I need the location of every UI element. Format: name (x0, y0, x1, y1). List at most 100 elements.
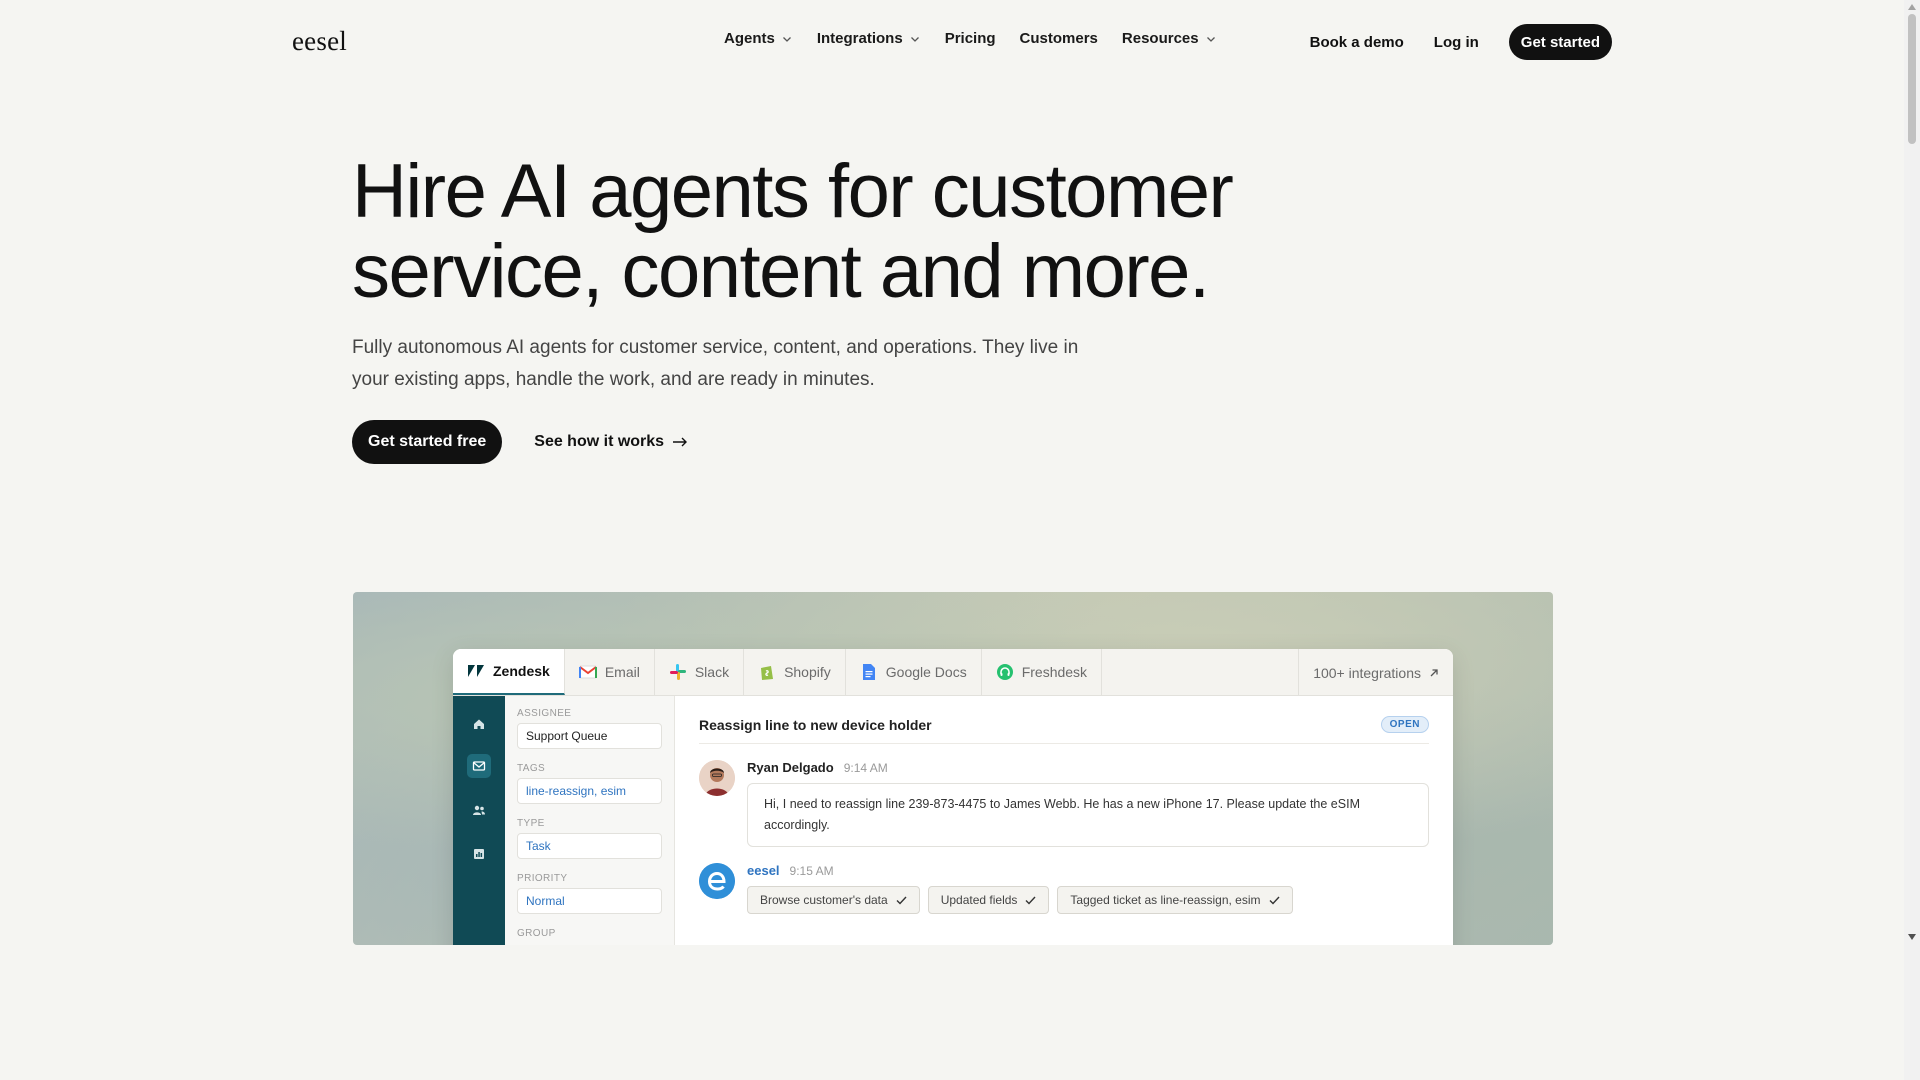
header-actions: Book a demo Log in Get started (1310, 24, 1612, 60)
check-icon (896, 896, 907, 905)
zendesk-icon (467, 662, 485, 680)
tab-shopify-label: Shopify (784, 664, 831, 680)
chevron-down-icon (910, 36, 919, 42)
nav-pricing[interactable]: Pricing (945, 30, 996, 47)
customer-message: Ryan Delgado 9:14 AM Hi, I need to reass… (699, 760, 1429, 847)
message-author: Ryan Delgado (747, 760, 834, 775)
site-header: eesel Agents Integrations Pricing Custom… (0, 0, 1904, 84)
type-label: TYPE (517, 818, 545, 829)
nav-integrations[interactable]: Integrations (817, 30, 921, 47)
tab-zendesk-label: Zendesk (493, 663, 550, 679)
tab-google-docs[interactable]: Google Docs (846, 649, 982, 695)
tab-freshdesk[interactable]: Freshdesk (982, 649, 1103, 695)
ticket-header: Reassign line to new device holder OPEN (699, 716, 1429, 744)
tab-slack-label: Slack (694, 664, 730, 680)
action-chip-label: Updated fields (940, 893, 1018, 907)
tab-email-label: Email (604, 664, 640, 680)
check-icon (1025, 896, 1036, 905)
message-time: 9:15 AM (789, 864, 834, 878)
get-started-button[interactable]: Get started (1508, 24, 1612, 60)
message-time: 9:14 AM (843, 761, 888, 775)
action-chip-label: Browse customer's data (760, 893, 888, 907)
eesel-logo[interactable]: eesel (292, 26, 347, 57)
hero-title-line2: service, content and more. (352, 229, 1210, 314)
product-demo-frame: Zendesk Email Slack Shopify Google Docs … (353, 592, 1553, 945)
chevron-down-icon (1206, 36, 1215, 42)
scroll-down-arrow[interactable] (1908, 934, 1916, 940)
ticket-title: Reassign line to new device holder (699, 716, 932, 733)
tab-freshdesk-label: Freshdesk (1021, 664, 1088, 680)
see-how-it-works-link[interactable]: See how it works (534, 433, 688, 451)
hero-cta-group: Get started free See how it works (352, 420, 688, 464)
ticket-view: Reassign line to new device holder OPEN … (675, 696, 1453, 945)
group-label: GROUP (517, 928, 556, 939)
status-badge: OPEN (1380, 716, 1429, 733)
scrollbar-thumb[interactable] (1908, 14, 1916, 144)
tab-slack[interactable]: Slack (655, 649, 745, 695)
demo-app-window: Zendesk Email Slack Shopify Google Docs … (453, 649, 1453, 945)
google-docs-icon (860, 663, 878, 681)
tab-zendesk[interactable]: Zendesk (453, 649, 565, 695)
external-arrow-icon (1430, 668, 1438, 676)
nav-resources[interactable]: Resources (1122, 30, 1217, 47)
message-body: eesel 9:15 AM Browse customer's data Upd… (747, 863, 1429, 914)
message-text-line2: accordingly. (764, 818, 830, 832)
ticket-fields-panel: ASSIGNEE Support Queue TAGS line-reassig… (505, 696, 675, 945)
hero-subtitle: Fully autonomous AI agents for customer … (352, 337, 1079, 390)
app-sidebar (453, 696, 505, 945)
freshdesk-icon (996, 663, 1014, 681)
action-chip-tagged[interactable]: Tagged ticket as line-reassign, esim (1057, 886, 1293, 914)
nav-customers[interactable]: Customers (1020, 30, 1098, 47)
more-integrations-label: 100+ integrations (1313, 664, 1421, 681)
message-body: Ryan Delgado 9:14 AM Hi, I need to reass… (747, 760, 1429, 847)
scroll-up-arrow[interactable] (1908, 4, 1916, 10)
slack-icon (669, 663, 687, 681)
message-text-line1: Hi, I need to reassign line 239-873-4475… (764, 797, 1360, 811)
arrow-right-icon (673, 437, 688, 447)
gmail-icon (578, 663, 597, 681)
action-chip-updated[interactable]: Updated fields (927, 886, 1050, 914)
get-started-free-button[interactable]: Get started free (352, 420, 503, 464)
login-link[interactable]: Log in (1434, 34, 1479, 51)
eesel-avatar (699, 863, 735, 899)
message-meta: eesel 9:15 AM (747, 863, 1429, 878)
inbox-icon[interactable] (467, 754, 491, 778)
action-chip-label: Tagged ticket as line-reassign, esim (1070, 893, 1261, 907)
avatar (699, 760, 735, 796)
priority-field[interactable]: Normal (517, 888, 662, 914)
tab-google-docs-label: Google Docs (885, 664, 967, 680)
message-bubble: Hi, I need to reassign line 239-873-4475… (747, 783, 1429, 847)
assignee-label: ASSIGNEE (517, 708, 572, 719)
action-chip-browse[interactable]: Browse customer's data (747, 886, 920, 914)
priority-label: PRIORITY (517, 873, 568, 884)
message-meta: Ryan Delgado 9:14 AM (747, 760, 1429, 775)
message-author: eesel (747, 863, 780, 878)
tags-field[interactable]: line-reassign, esim (517, 778, 662, 804)
nav-agents-label: Agents (724, 30, 775, 47)
hero-title-line1: Hire AI agents for customer (352, 149, 1234, 234)
check-icon (1269, 896, 1280, 905)
nav-integrations-label: Integrations (816, 30, 903, 47)
tab-email[interactable]: Email (565, 649, 655, 695)
home-icon[interactable] (467, 712, 491, 736)
book-demo-link[interactable]: Book a demo (1310, 34, 1404, 51)
assignee-field[interactable]: Support Queue (517, 723, 662, 749)
more-integrations-link[interactable]: 100+ integrations (1298, 649, 1453, 696)
tags-label: TAGS (517, 763, 546, 774)
nav-customers-label: Customers (1019, 30, 1098, 47)
reports-icon[interactable] (467, 842, 491, 866)
integration-tabs: Zendesk Email Slack Shopify Google Docs … (453, 649, 1453, 696)
see-how-it-works-label: See how it works (534, 433, 665, 450)
tab-shopify[interactable]: Shopify (744, 649, 846, 695)
page-scrollbar[interactable] (1904, 0, 1920, 1080)
nav-pricing-label: Pricing (944, 30, 996, 47)
main-nav: Agents Integrations Pricing Customers Re… (724, 30, 1241, 47)
hero-title: Hire AI agents for customer service, con… (352, 152, 1252, 312)
users-icon[interactable] (467, 798, 491, 822)
chevron-down-icon (782, 36, 791, 42)
nav-agents[interactable]: Agents (724, 30, 793, 47)
type-field[interactable]: Task (517, 833, 662, 859)
nav-resources-label: Resources (1121, 30, 1199, 47)
action-chips: Browse customer's data Updated fields Ta… (747, 886, 1429, 914)
agent-message: eesel 9:15 AM Browse customer's data Upd… (699, 863, 1429, 914)
